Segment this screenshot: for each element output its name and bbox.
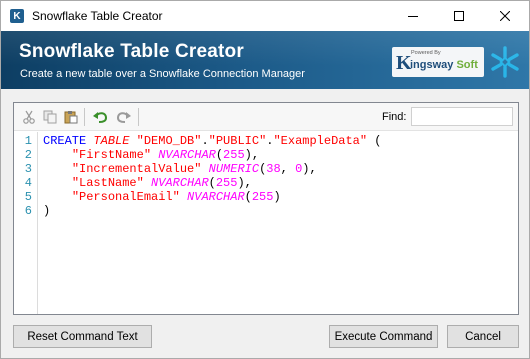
code-token: 255: [215, 176, 238, 190]
code-token: "IncrementalValue": [71, 162, 202, 176]
code-token: ),: [244, 148, 260, 162]
close-icon: [500, 11, 510, 21]
code-token: (: [367, 134, 382, 148]
code-line: "LastName" NVARCHAR(255),: [43, 176, 252, 190]
code-token: "LastName": [71, 176, 144, 190]
sql-editor-panel: Find: 123456 CREATE TABLE "DEMO_DB"."PUB…: [13, 102, 519, 315]
line-number: 6: [24, 204, 32, 218]
code-token: (: [244, 190, 252, 204]
code-token: ,: [280, 162, 296, 176]
logo-powered-text: Powered By: [411, 50, 441, 56]
code-token: CREATE: [43, 134, 87, 148]
line-number: 2: [24, 148, 32, 162]
toolbar-separator: [84, 108, 85, 126]
maximize-icon: [454, 11, 464, 21]
code-token: (: [208, 176, 216, 190]
code-token: "FirstName": [71, 148, 152, 162]
app-icon: K: [10, 9, 24, 23]
window-title: Snowflake Table Creator: [32, 9, 163, 23]
logo-k: K: [396, 52, 412, 74]
reset-command-text-button[interactable]: Reset Command Text: [13, 325, 152, 348]
code-token: NUMERIC: [208, 162, 260, 176]
copy-button[interactable]: [41, 108, 59, 126]
cut-icon: [23, 110, 35, 124]
find-label: Find:: [382, 111, 407, 123]
code-token: NVARCHAR: [158, 148, 216, 162]
minimize-icon: [408, 16, 418, 17]
code-token: (: [215, 148, 224, 162]
snowflake-icon: [491, 46, 519, 78]
cancel-button[interactable]: Cancel: [447, 325, 519, 348]
copy-icon: [43, 110, 57, 124]
execute-command-button[interactable]: Execute Command: [329, 325, 438, 348]
code-line: "IncrementalValue" NUMERIC(38, 0),: [43, 162, 317, 176]
code-token: "ExampleData": [273, 134, 368, 148]
code-line: "FirstName" NVARCHAR(255),: [43, 148, 259, 162]
code-line: ): [43, 204, 50, 218]
line-number: 1: [24, 134, 32, 148]
header-banner: Snowflake Table Creator Create a new tab…: [1, 31, 529, 89]
code-area[interactable]: CREATE TABLE "DEMO_DB"."PUBLIC"."Example…: [43, 132, 513, 314]
code-token: NVARCHAR: [151, 176, 209, 190]
code-editor[interactable]: 123456 CREATE TABLE "DEMO_DB"."PUBLIC"."…: [14, 132, 518, 314]
logo-soft: Soft: [456, 59, 478, 71]
code-token: "PersonalEmail": [71, 190, 180, 204]
kingswaysoft-logo: Powered By K ingsway Soft: [392, 47, 484, 77]
cut-button[interactable]: [20, 108, 38, 126]
title-bar: K Snowflake Table Creator: [1, 1, 529, 31]
undo-button[interactable]: [92, 108, 110, 126]
code-token: "PUBLIC": [208, 134, 267, 148]
code-token: "DEMO_DB": [136, 134, 202, 148]
find-input[interactable]: [411, 107, 513, 126]
line-number: 3: [24, 162, 32, 176]
code-token: 255: [251, 190, 274, 204]
undo-icon: [93, 112, 108, 123]
line-number-gutter: 123456: [14, 132, 38, 314]
paste-icon: [64, 111, 78, 124]
code-token: NVARCHAR: [187, 190, 245, 204]
editor-toolbar: Find:: [14, 103, 518, 131]
logo-wordmark: ingsway Soft: [410, 59, 478, 71]
toolbar-separator: [138, 108, 139, 126]
banner-title: Snowflake Table Creator: [19, 41, 244, 62]
maximize-button[interactable]: [436, 1, 482, 31]
close-button[interactable]: [482, 1, 528, 31]
logo-ingsway: ingsway: [410, 59, 454, 71]
dialog-window: K Snowflake Table Creator Snowflake Tabl…: [0, 0, 530, 359]
code-token: ): [273, 190, 281, 204]
code-token: .: [201, 134, 209, 148]
code-token: ),: [237, 176, 252, 190]
banner-subtitle: Create a new table over a Snowflake Conn…: [20, 68, 305, 80]
line-number: 4: [24, 176, 32, 190]
paste-button[interactable]: [62, 108, 80, 126]
code-token: 38: [266, 162, 281, 176]
code-token: TABLE: [93, 134, 130, 148]
redo-button[interactable]: [114, 108, 132, 126]
code-token: ),: [302, 162, 317, 176]
minimize-button[interactable]: [390, 1, 436, 31]
redo-icon: [116, 112, 131, 123]
code-token: 255: [223, 148, 245, 162]
code-line: "PersonalEmail" NVARCHAR(255): [43, 190, 281, 204]
line-number: 5: [24, 190, 32, 204]
code-token: ): [43, 204, 51, 218]
code-line: CREATE TABLE "DEMO_DB"."PUBLIC"."Example…: [43, 134, 382, 148]
